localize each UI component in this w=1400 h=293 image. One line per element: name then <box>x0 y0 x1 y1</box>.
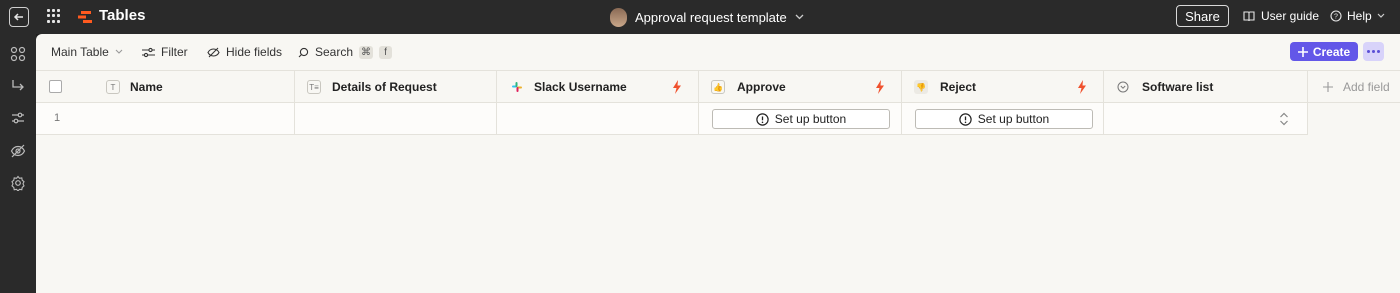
user-guide-link[interactable]: User guide <box>1243 9 1319 23</box>
cell-details[interactable] <box>295 103 497 134</box>
back-button[interactable] <box>9 7 29 27</box>
row-number-cell[interactable]: 1 <box>36 103 295 134</box>
column-header-reject[interactable]: 👎 Reject <box>902 71 1104 103</box>
eye-off-icon[interactable] <box>10 143 26 159</box>
column-label: Software list <box>1142 80 1214 94</box>
toolbar: Main Table Filter Hide fields Search ⌘ f… <box>36 34 1400 70</box>
shortcut-key-cmd: ⌘ <box>359 45 374 59</box>
setup-button-reject[interactable]: Set up button <box>915 109 1093 129</box>
user-guide-label: User guide <box>1261 9 1320 23</box>
alert-circle-icon <box>756 112 769 126</box>
plus-icon <box>1323 82 1333 92</box>
slack-icon <box>512 82 522 92</box>
chevron-up-down-icon[interactable] <box>1279 112 1289 126</box>
main-panel: Main Table Filter Hide fields Search ⌘ f… <box>36 34 1400 293</box>
long-text-field-icon: T≡ <box>307 80 321 94</box>
search-icon <box>298 47 309 57</box>
avatar <box>610 7 627 27</box>
svg-text:?: ? <box>1334 14 1338 21</box>
flow-arrow-icon[interactable] <box>10 78 26 94</box>
setup-button-approve[interactable]: Set up button <box>712 109 890 129</box>
sliders-icon[interactable] <box>10 110 26 126</box>
cell-software-list[interactable] <box>1104 103 1308 134</box>
cell-reject: Set up button <box>902 103 1104 134</box>
filter-button[interactable]: Filter <box>142 44 188 60</box>
more-options-button[interactable] <box>1363 42 1384 61</box>
dropdown-field-icon <box>1117 81 1129 93</box>
automation-bolt-icon <box>1078 80 1086 94</box>
select-all-cell <box>36 71 94 103</box>
hide-fields-label: Hide fields <box>226 45 283 59</box>
left-rail <box>0 34 36 293</box>
thumbs-down-icon: 👎 <box>914 80 928 94</box>
doc-title-menu[interactable]: Approval request template <box>610 6 804 28</box>
app-switcher-icon[interactable] <box>47 9 61 23</box>
hide-fields-button[interactable]: Hide fields <box>207 44 282 60</box>
filter-label: Filter <box>161 45 188 59</box>
column-header-name[interactable]: T Name <box>94 71 295 103</box>
shortcut-key-f: f <box>379 45 393 59</box>
column-label: Slack Username <box>534 80 627 94</box>
column-header-details[interactable]: T≡ Details of Request <box>295 71 497 103</box>
help-label: Help <box>1347 9 1372 23</box>
thumbs-up-icon: 👍 <box>711 80 725 94</box>
search-label: Search <box>315 45 354 59</box>
tables-logo-icon <box>78 11 92 23</box>
select-all-checkbox[interactable] <box>49 80 62 93</box>
column-label: Details of Request <box>332 80 437 94</box>
automation-bolt-icon <box>673 80 681 94</box>
app-title: Tables <box>99 7 146 24</box>
view-label: Main Table <box>51 45 109 59</box>
doc-title: Approval request template <box>635 9 787 25</box>
cell-slack-username[interactable] <box>497 103 699 134</box>
column-label: Approve <box>737 80 786 94</box>
column-label: Name <box>130 80 163 94</box>
filter-sliders-icon <box>142 47 155 57</box>
chevron-down-icon <box>1377 13 1385 18</box>
cell-approve: Set up button <box>699 103 902 134</box>
column-header-approve[interactable]: 👍 Approve <box>699 71 902 103</box>
table-header-row: T Name T≡ Details of Request Slack Usern… <box>36 70 1400 103</box>
add-field-label: Add field <box>1343 80 1390 94</box>
create-label: Create <box>1312 44 1351 59</box>
settings-gear-icon[interactable] <box>10 175 26 191</box>
automation-bolt-icon <box>876 80 884 94</box>
table-row: 1 Set up button Set up button <box>36 103 1308 135</box>
book-icon <box>1243 10 1255 21</box>
chevron-down-icon <box>795 14 804 20</box>
chevron-down-icon <box>115 49 123 54</box>
setup-button-label: Set up button <box>774 112 847 126</box>
column-label: Reject <box>940 80 977 94</box>
create-button[interactable]: Create <box>1290 42 1358 61</box>
help-icon: ? <box>1330 10 1342 22</box>
top-bar: Tables Approval request template Share U… <box>0 0 1400 34</box>
text-field-icon: T <box>106 80 120 94</box>
add-field-button[interactable]: Add field <box>1323 80 1390 94</box>
column-header-slack-username[interactable]: Slack Username <box>497 71 699 103</box>
search-button[interactable]: Search ⌘ f <box>298 44 393 60</box>
alert-circle-icon <box>959 112 972 126</box>
eye-off-icon <box>207 47 220 57</box>
column-header-software-list[interactable]: Software list <box>1104 71 1308 103</box>
share-button[interactable]: Share <box>1176 5 1229 27</box>
view-selector[interactable]: Main Table <box>51 44 123 60</box>
setup-button-label: Set up button <box>977 112 1050 126</box>
apps-icon[interactable] <box>10 46 26 62</box>
arrow-left-icon <box>13 13 23 21</box>
help-menu[interactable]: ? Help <box>1330 9 1385 23</box>
plus-icon <box>1297 46 1308 57</box>
row-number: 1 <box>54 112 61 124</box>
